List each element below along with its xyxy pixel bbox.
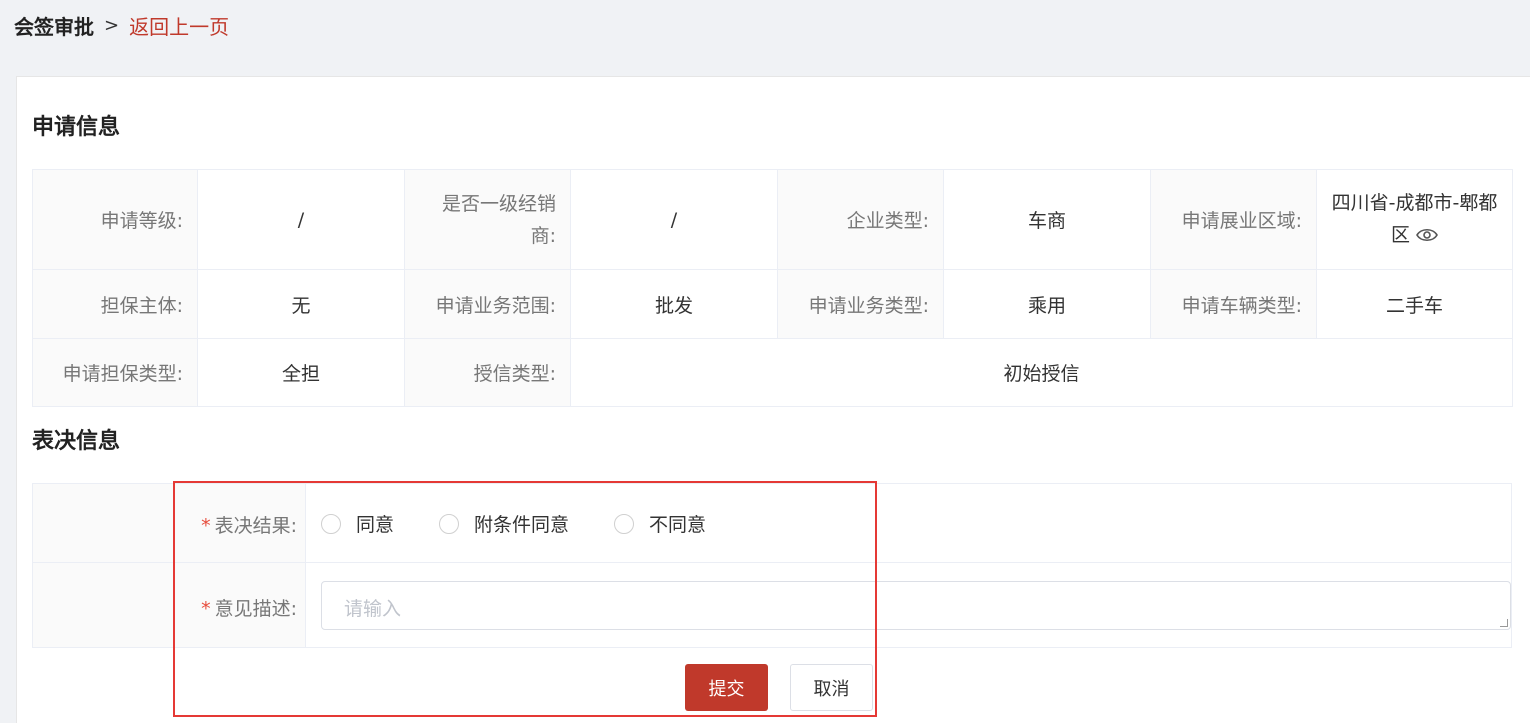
area-text: 四川省-成都市-郫都区 xyxy=(1331,192,1498,247)
field-value-area: 四川省-成都市-郫都区 xyxy=(1316,169,1513,270)
vote-form: * 表决结果: 同意 附条件同意 不同意 * 意见描述: 请输入 xyxy=(32,483,1512,648)
radio-label: 不同意 xyxy=(649,514,707,536)
apply-info-title: 申请信息 xyxy=(32,115,121,140)
field-value: / xyxy=(197,169,405,270)
field-label: 申请车辆类型: xyxy=(1150,269,1317,339)
field-value: 车商 xyxy=(943,169,1151,270)
radio-disagree[interactable]: 不同意 xyxy=(614,510,706,537)
back-link[interactable]: 返回上一页 xyxy=(129,11,229,40)
table-row: 申请等级: / 是否一级经销商: / 企业类型: 车商 申请展业区域: 四川省-… xyxy=(32,169,1513,270)
cancel-button[interactable]: 取消 xyxy=(790,664,873,711)
required-mark: * xyxy=(201,515,211,537)
radio-conditional-agree[interactable]: 附条件同意 xyxy=(439,510,569,537)
opinion-label-text: 意见描述: xyxy=(214,598,297,620)
required-mark: * xyxy=(201,598,211,620)
field-label: 申请业务范围: xyxy=(404,269,571,339)
vote-result-radio-group: 同意 附条件同意 不同意 xyxy=(321,510,751,537)
field-label: 企业类型: xyxy=(777,169,944,270)
field-value: 全担 xyxy=(197,338,405,407)
breadcrumb: 会签审批 > 返回上一页 xyxy=(14,10,229,40)
breadcrumb-current: 会签审批 xyxy=(14,14,94,39)
field-value: 初始授信 xyxy=(570,338,1513,407)
vote-info-title: 表决信息 xyxy=(32,429,121,454)
radio-agree[interactable]: 同意 xyxy=(321,510,394,537)
field-label: 是否一级经销商: xyxy=(404,169,571,270)
table-row: 申请担保类型: 全担 授信类型: 初始授信 xyxy=(32,338,1513,407)
field-label: 申请展业区域: xyxy=(1150,169,1317,270)
radio-circle[interactable] xyxy=(439,513,460,534)
field-label: 申请业务类型: xyxy=(777,269,944,339)
radio-circle[interactable] xyxy=(321,513,341,534)
table-row: 担保主体: 无 申请业务范围: 批发 申请业务类型: 乘用 申请车辆类型: 二手… xyxy=(32,269,1513,339)
field-value: 批发 xyxy=(570,269,778,339)
main-card: 申请信息 申请等级: / 是否一级经销商: / 企业类型: 车商 申请展业区域:… xyxy=(16,76,1530,723)
resize-handle-icon[interactable] xyxy=(1500,619,1508,627)
vote-result-label-text: 表决结果: xyxy=(214,515,297,537)
field-label: 申请等级: xyxy=(32,169,198,270)
breadcrumb-separator: > xyxy=(104,14,120,36)
vote-result-label: * 表决结果: xyxy=(201,511,297,538)
opinion-label: * 意见描述: xyxy=(201,594,297,621)
field-value: 乘用 xyxy=(943,269,1151,339)
divider xyxy=(33,562,1511,563)
opinion-textarea[interactable]: 请输入 xyxy=(321,581,1511,630)
field-value: 无 xyxy=(197,269,405,339)
radio-label: 同意 xyxy=(356,514,395,536)
field-value: 二手车 xyxy=(1316,269,1513,339)
eye-icon[interactable] xyxy=(1416,220,1438,252)
field-value: / xyxy=(570,169,778,270)
opinion-placeholder: 请输入 xyxy=(344,598,402,620)
field-label: 授信类型: xyxy=(404,338,571,407)
field-label: 担保主体: xyxy=(32,269,198,339)
apply-info-table: 申请等级: / 是否一级经销商: / 企业类型: 车商 申请展业区域: 四川省-… xyxy=(32,169,1513,407)
radio-label: 附条件同意 xyxy=(474,514,570,536)
submit-button[interactable]: 提交 xyxy=(685,664,768,711)
field-label: 申请担保类型: xyxy=(32,338,198,407)
radio-circle[interactable] xyxy=(614,513,635,534)
vote-form-left-column xyxy=(33,484,306,647)
